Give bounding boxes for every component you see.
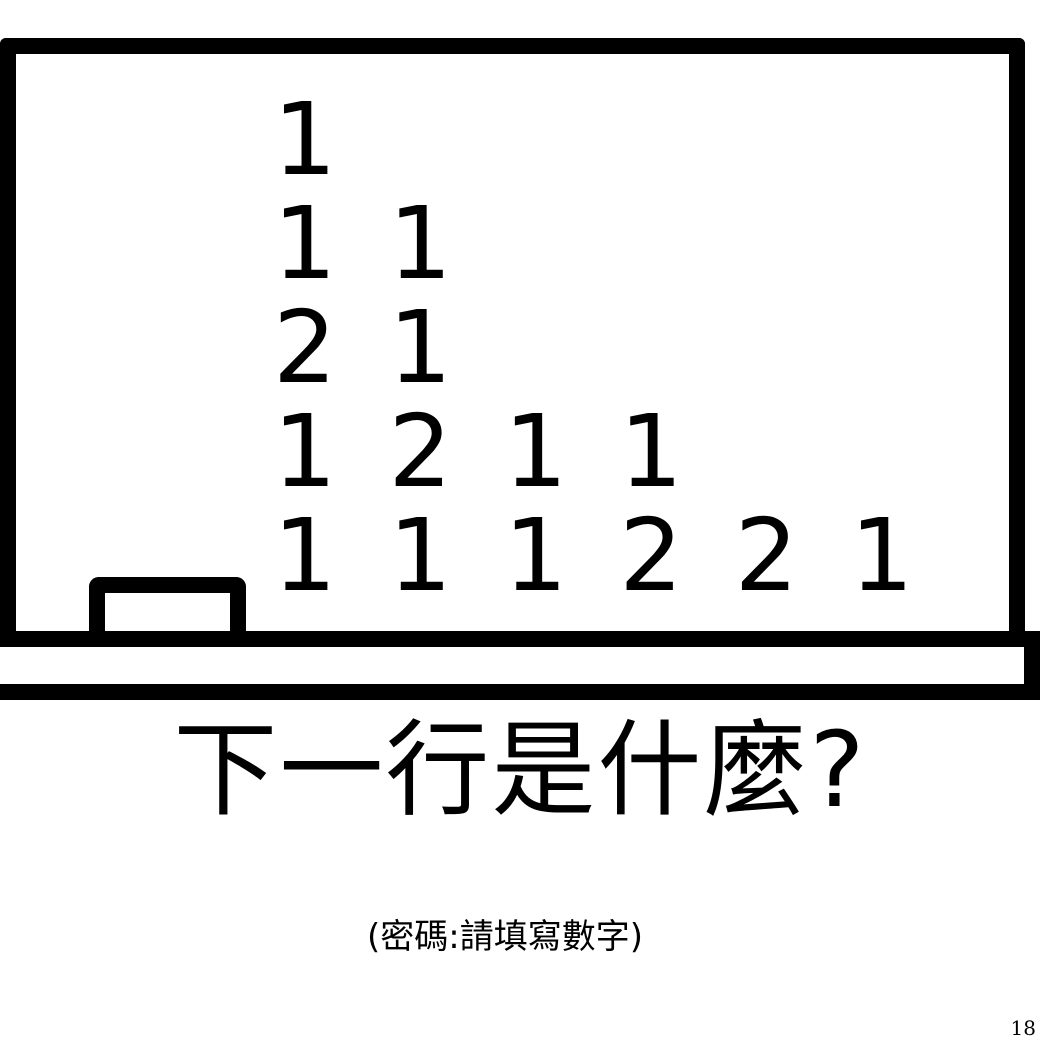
sequence-rows: 1 1 1 2 1 1 2 1 1 1 1 1 2 2 1	[273, 88, 924, 608]
sequence-row: 1 1 1 2 2 1	[273, 497, 924, 614]
password-hint: (密碼:請填寫數字)	[367, 917, 643, 957]
sequence-row: 1	[273, 81, 347, 198]
question-text: 下一行是什麼?	[173, 709, 867, 831]
sequence-row: 1 1	[273, 185, 463, 302]
chalkboard-ledge	[0, 631, 1040, 700]
sequence-row: 1 2 1 1	[273, 393, 693, 510]
page-number: 18	[1010, 1016, 1036, 1040]
slide: 1 1 1 2 1 1 2 1 1 1 1 1 2 2 1 下一行是什麼? (密…	[0, 0, 1040, 1040]
sequence-row: 2 1	[273, 289, 463, 406]
